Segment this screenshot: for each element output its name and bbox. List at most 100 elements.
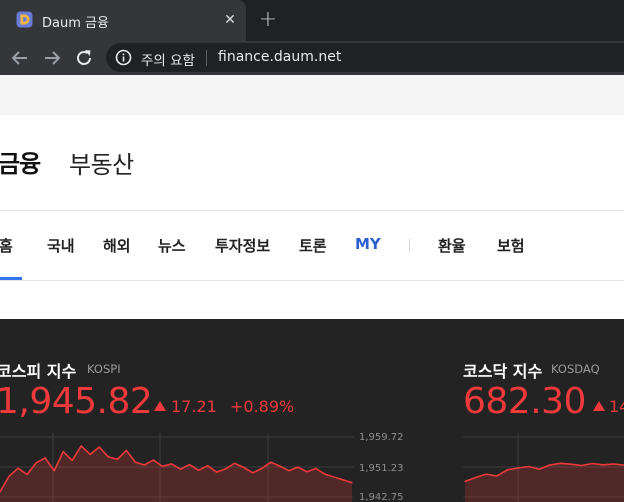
series-area bbox=[465, 463, 624, 502]
main-nav: 홈 국내 해외 뉴스 투자정보 토론 MY 환율 보험 bbox=[0, 211, 624, 281]
data-point-3 bbox=[26, 473, 28, 476]
data-point-37 bbox=[333, 476, 335, 478]
data-point-11 bbox=[98, 446, 100, 448]
kospi-change: 17.21 bbox=[171, 397, 217, 416]
nav-item-overseas[interactable]: 해외 bbox=[103, 235, 131, 256]
nav-item-domestic[interactable]: 국내 bbox=[47, 235, 75, 256]
url-text[interactable]: finance.daum.net bbox=[218, 49, 341, 65]
data-point-31 bbox=[279, 465, 281, 467]
omnibox-divider bbox=[206, 50, 207, 66]
data-point-29 bbox=[261, 467, 263, 470]
browser-tab[interactable]: Daum 금융 ✕ bbox=[0, 0, 246, 41]
data-point-8 bbox=[71, 459, 73, 461]
data-point-6 bbox=[528, 465, 530, 468]
data-point-0 bbox=[464, 480, 466, 483]
data-point-32 bbox=[288, 470, 290, 472]
data-point-2 bbox=[17, 467, 19, 469]
kosdaq-value: 682.30 bbox=[463, 381, 586, 422]
data-point-4 bbox=[506, 469, 508, 471]
kosdaq-change: 14 bbox=[609, 397, 624, 416]
plus-icon[interactable]: + bbox=[258, 9, 278, 31]
nav-item-my[interactable]: MY bbox=[355, 235, 381, 253]
data-point-2 bbox=[485, 473, 487, 475]
data-point-19 bbox=[170, 463, 173, 465]
data-point-14 bbox=[125, 449, 127, 452]
data-point-34 bbox=[306, 471, 308, 473]
data-point-30 bbox=[270, 461, 272, 463]
data-point-12 bbox=[591, 462, 593, 465]
nav-item-home[interactable]: 홈 bbox=[0, 235, 13, 256]
data-point-8 bbox=[549, 464, 551, 466]
data-point-16 bbox=[143, 464, 145, 466]
kospi-value: 1,945.82 bbox=[0, 381, 153, 422]
data-point-36 bbox=[324, 473, 326, 475]
market-index-panel: 코스피 지수 KOSPI 1,945.82 17.21 +0.89% 1,959… bbox=[0, 319, 624, 502]
nav-item-news[interactable]: 뉴스 bbox=[158, 235, 186, 256]
tab-title: Daum 금융 bbox=[42, 16, 109, 31]
data-point-4 bbox=[35, 462, 37, 464]
address-bar[interactable]: 주의 요함 finance.daum.net bbox=[106, 43, 624, 72]
data-point-6 bbox=[53, 470, 55, 472]
divider bbox=[0, 280, 624, 281]
kosdaq-name-en: KOSDAQ bbox=[551, 362, 600, 376]
kospi-name-en: KOSPI bbox=[87, 362, 121, 376]
kospi-chart-svg bbox=[0, 433, 354, 502]
kospi-name[interactable]: 코스피 지수 bbox=[0, 358, 76, 382]
top-banner-area bbox=[0, 75, 624, 115]
data-point-38 bbox=[342, 479, 344, 481]
browser-toolbar: 주의 요함 finance.daum.net bbox=[0, 41, 624, 75]
daum-favicon-icon bbox=[16, 11, 33, 28]
data-point-18 bbox=[161, 465, 164, 467]
nav-item-exchange-rate[interactable]: 환율 bbox=[438, 235, 466, 256]
close-icon[interactable]: ✕ bbox=[221, 11, 239, 29]
data-point-35 bbox=[315, 467, 317, 470]
security-label[interactable]: 주의 요함 bbox=[141, 49, 195, 69]
data-point-15 bbox=[134, 461, 136, 463]
nav-item-discussion[interactable]: 토론 bbox=[299, 235, 327, 256]
forward-arrow-icon[interactable] bbox=[40, 46, 64, 70]
data-point-9 bbox=[559, 462, 561, 464]
back-arrow-icon[interactable] bbox=[8, 46, 32, 70]
data-point-5 bbox=[44, 457, 46, 459]
data-point-17 bbox=[152, 459, 154, 461]
data-point-22 bbox=[198, 469, 200, 471]
data-point-28 bbox=[252, 472, 254, 474]
data-point-10 bbox=[89, 453, 91, 455]
kospi-axis-label-top: 1,959.72 bbox=[359, 432, 404, 443]
real-estate-link[interactable]: 부동산 bbox=[69, 145, 134, 180]
data-point-12 bbox=[107, 456, 109, 458]
kosdaq-chart[interactable] bbox=[463, 433, 624, 502]
data-point-24 bbox=[216, 471, 218, 473]
data-point-27 bbox=[243, 466, 245, 469]
data-point-25 bbox=[225, 468, 227, 470]
tab-strip: Daum 금융 ✕ + bbox=[0, 0, 624, 41]
data-point-9 bbox=[80, 445, 82, 447]
kosdaq-chart-svg bbox=[463, 433, 624, 502]
data-point-13 bbox=[116, 458, 118, 460]
nav-item-insurance[interactable]: 보험 bbox=[497, 235, 525, 256]
data-point-26 bbox=[234, 462, 236, 464]
info-icon[interactable] bbox=[115, 49, 132, 66]
data-point-33 bbox=[297, 466, 299, 468]
nav-item-investment-info[interactable]: 투자정보 bbox=[215, 235, 270, 256]
data-point-14 bbox=[612, 463, 614, 465]
kosdaq-name[interactable]: 코스닥 지수 bbox=[463, 358, 542, 382]
data-point-11 bbox=[581, 464, 583, 467]
data-point-5 bbox=[517, 467, 519, 469]
service-title[interactable]: 금융 bbox=[0, 144, 41, 179]
kospi-chart[interactable] bbox=[0, 433, 354, 502]
reload-icon[interactable] bbox=[72, 46, 96, 70]
data-point-20 bbox=[179, 468, 182, 470]
kospi-axis-label-bottom: 1,942.75 bbox=[359, 492, 404, 502]
data-point-7 bbox=[538, 468, 540, 470]
data-point-1 bbox=[475, 476, 477, 479]
data-point-7 bbox=[62, 451, 64, 453]
up-arrow-icon bbox=[593, 401, 605, 411]
data-point-10 bbox=[570, 463, 572, 465]
data-point-39 bbox=[351, 482, 353, 484]
nav-separator bbox=[409, 239, 410, 252]
data-point-21 bbox=[188, 464, 191, 466]
data-point-23 bbox=[207, 465, 209, 467]
up-arrow-icon bbox=[154, 401, 166, 411]
data-point-13 bbox=[602, 464, 604, 466]
